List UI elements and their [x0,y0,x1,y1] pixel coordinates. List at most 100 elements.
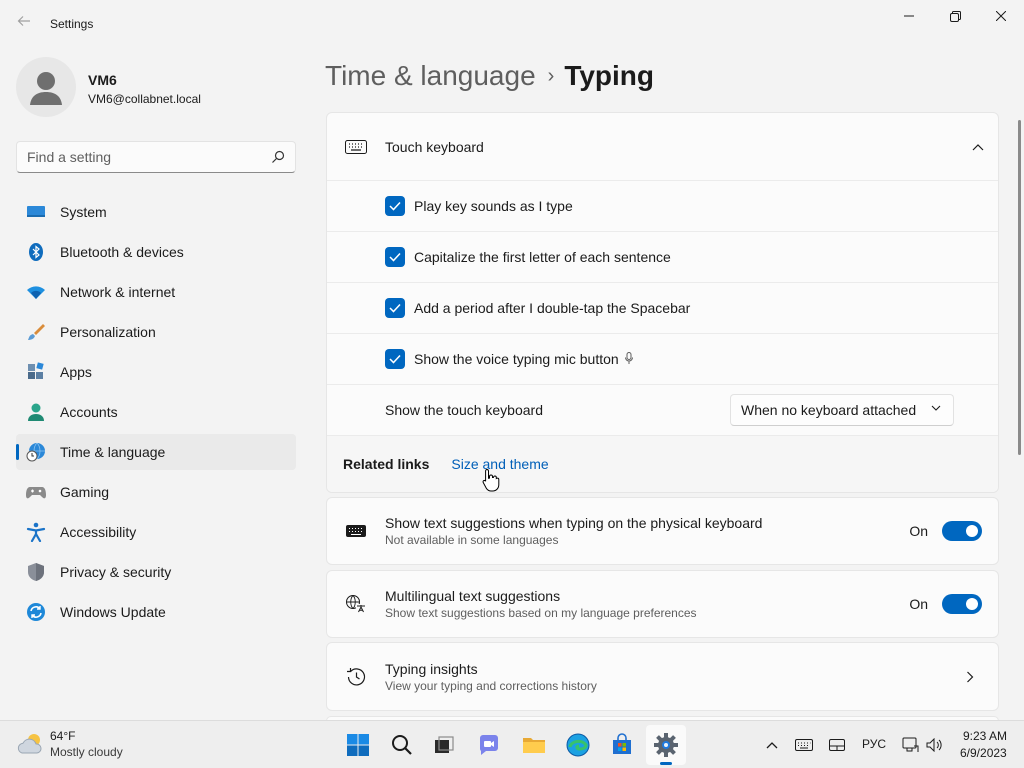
network-tray-icon[interactable] [900,735,922,755]
ethernet-icon [902,737,919,752]
gear-icon [654,733,678,757]
sidebar-item-label: Time & language [60,444,166,460]
multilingual-toggle[interactable] [942,594,982,614]
search-input[interactable] [17,142,257,172]
pen-menu-button[interactable] [826,735,848,755]
sidebar-item-privacy-security[interactable]: Privacy & security [16,554,296,590]
keyboard-icon [345,139,367,155]
breadcrumb: Time & language › Typing [325,58,654,97]
sidebar-item-accessibility[interactable]: Accessibility [16,514,296,550]
input-language-indicator[interactable]: РУС [862,737,886,751]
avatar[interactable] [16,57,76,117]
sidebar-item-label: Bluetooth & devices [60,244,184,260]
show-touch-keyboard-dropdown[interactable]: When no keyboard attached [730,394,954,426]
folder-icon [523,738,545,753]
user-silhouette-icon [30,72,62,105]
minimize-button[interactable] [886,0,932,32]
weather-temp[interactable]: 64°F [50,729,75,743]
bluetooth-icon [26,242,46,262]
chevron-up-icon[interactable] [958,143,998,151]
typing-insights-card[interactable]: Typing insights View your typing and cor… [326,642,999,711]
key-sounds-checkbox[interactable] [385,196,405,216]
accounts-icon [26,402,46,422]
back-arrow-icon [17,16,30,26]
related-links-label: Related links [343,456,430,472]
chevron-up-icon [766,742,778,749]
taskbar-search-button[interactable] [382,725,422,765]
voice-mic-checkbox[interactable] [385,349,405,369]
sidebar-item-label: Accessibility [60,524,137,540]
clock-date[interactable]: 6/9/2023 [960,746,1007,760]
search-icon[interactable] [271,150,285,164]
title-bar: Settings [0,0,1024,48]
sidebar-item-system[interactable]: System [16,194,296,230]
text-suggestions-toggle[interactable] [942,521,982,541]
keyboard-icon [795,739,813,751]
capitalize-checkbox[interactable] [385,247,405,267]
start-button[interactable] [338,725,378,765]
checkmark-icon [389,201,401,211]
sidebar-item-accounts[interactable]: Accounts [16,394,296,430]
key-sounds-label: Play key sounds as I type [414,198,573,214]
task-view-icon [435,736,454,753]
dropdown-value: When no keyboard attached [741,402,917,418]
file-explorer-button[interactable] [514,725,554,765]
gamepad-icon [26,482,46,502]
system-icon [26,202,46,222]
touch-keyboard-card: Touch keyboard Play key sounds as I type… [326,112,999,493]
sidebar-item-personalization[interactable]: Personalization [16,314,296,350]
breadcrumb-parent[interactable]: Time & language [325,60,536,91]
sidebar-item-network[interactable]: Network & internet [16,274,296,310]
voice-mic-label: Show the voice typing mic button [414,351,619,367]
edge-browser-button[interactable] [558,725,598,765]
search-icon [392,735,412,755]
show-touch-keyboard-label: Show the touch keyboard [385,402,543,418]
sidebar-item-time-language[interactable]: Time & language [16,434,296,470]
volume-tray-icon[interactable] [924,735,946,755]
store-button[interactable] [602,725,642,765]
multilingual-text: Multilingual text suggestions Show text … [385,587,909,621]
page-title: Typing [564,60,655,91]
sidebar-item-label: Gaming [60,484,110,500]
sidebar-item-label: Apps [60,364,92,380]
size-and-theme-link[interactable]: Size and theme [451,456,548,472]
related-links: Related links Size and theme [327,436,998,492]
text-suggestions-card: Show text suggestions when typing on the… [326,497,999,565]
scrollbar[interactable] [1018,120,1021,455]
sidebar-item-gaming[interactable]: Gaming [16,474,296,510]
close-button[interactable] [978,0,1024,32]
multilingual-state: On [909,596,928,612]
back-button[interactable] [14,14,34,34]
option-row: Add a period after I double-tap the Spac… [327,283,998,334]
weather-condition[interactable]: Mostly cloudy [50,745,123,759]
settings-app-button[interactable] [646,725,686,765]
sidebar-item-windows-update[interactable]: Windows Update [16,594,296,630]
teams-chat-button[interactable] [469,725,509,765]
wifi-icon [26,282,46,302]
edge-icon [566,733,590,757]
chevron-down-icon [931,405,941,411]
clock-time[interactable]: 9:23 AM [963,729,1007,743]
multilingual-desc: Show text suggestions based on my langua… [385,606,697,620]
language-icon [345,594,367,614]
show-hidden-icons-button[interactable] [762,735,782,755]
typing-insights-text: Typing insights View your typing and cor… [385,660,950,694]
sidebar-item-bluetooth[interactable]: Bluetooth & devices [16,234,296,270]
hand-cursor-icon [482,468,500,492]
cloudy-weather-icon[interactable] [16,731,46,757]
period-checkbox[interactable] [385,298,405,318]
sidebar-item-apps[interactable]: Apps [16,354,296,390]
checkmark-icon [389,303,401,313]
keyboard-icon [345,523,367,539]
touch-keyboard-tray-button[interactable] [793,735,815,755]
app-title: Settings [50,17,94,31]
windows-logo-icon [347,734,369,756]
microphone-icon [624,351,633,367]
task-view-button[interactable] [424,725,464,765]
windows-update-icon [26,602,46,622]
restore-button[interactable] [932,0,978,32]
text-suggestions-state: On [909,523,928,539]
search-box[interactable] [16,141,296,173]
sidebar-nav: System Bluetooth & devices Network & int… [16,194,296,634]
touch-keyboard-expander-header[interactable]: Touch keyboard [327,113,998,181]
